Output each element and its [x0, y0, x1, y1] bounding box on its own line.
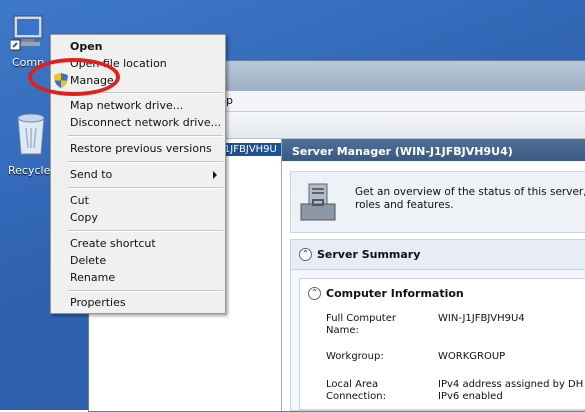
menu-item-label: Properties [70, 296, 126, 309]
menu-item-label: Cut [70, 194, 89, 207]
info-key: Full Computer Name: [326, 313, 396, 336]
overview-panel: Get an overview of the status of this se… [290, 171, 585, 233]
menu-item-map-network-drive[interactable]: Map network drive... [51, 97, 225, 114]
server-summary-panel: ⌃ Server Summary ⌃ Computer Information … [290, 239, 585, 411]
menu-item-cut[interactable]: Cut [51, 192, 225, 209]
menu-separator [68, 161, 223, 163]
menu-item-open-file-location[interactable]: Open file location [51, 55, 225, 72]
computer-information-panel: ⌃ Computer Information Full Computer Nam… [299, 278, 585, 410]
menu-item-label: Map network drive... [70, 99, 184, 112]
menu-item-label: Open [70, 40, 103, 53]
server-toolbox-icon [300, 183, 336, 221]
menu-item-label: Create shortcut [70, 237, 156, 250]
menu-separator [68, 290, 223, 292]
server-summary-title: Server Summary [317, 248, 421, 261]
recycle-bin-icon [17, 113, 45, 155]
context-menu: Open Open file location Manage Map netwo… [50, 34, 226, 314]
menu-separator [68, 230, 223, 232]
collapse-chevron-icon[interactable]: ⌃ [308, 287, 321, 300]
computer-information-title: Computer Information [326, 287, 464, 300]
menu-item-label: Disconnect network drive... [70, 116, 222, 129]
overview-text-line2: roles and features. [355, 199, 454, 211]
submenu-arrow-icon [213, 171, 217, 179]
desktop-icon-label: Recycle [8, 164, 51, 177]
server-summary-header[interactable]: ⌃ Server Summary [291, 240, 585, 270]
menu-item-delete[interactable]: Delete [51, 252, 225, 269]
desktop: Comp Recycle lp J1JFBJVH9U Server Manage… [0, 0, 585, 412]
tree-node-server[interactable]: J1JFBJVH9U [217, 143, 281, 156]
menu-item-label: Open file location [70, 57, 167, 70]
computer-information-header[interactable]: ⌃ Computer Information [300, 279, 585, 309]
menu-item-create-shortcut[interactable]: Create shortcut [51, 235, 225, 252]
menu-item-label: Restore previous versions [70, 142, 212, 155]
uac-shield-icon [54, 73, 68, 88]
menu-separator [68, 92, 223, 94]
menu-item-restore-previous-versions[interactable]: Restore previous versions [51, 140, 225, 157]
menu-item-label: Manage [70, 74, 114, 87]
menu-item-properties[interactable]: Properties [51, 294, 225, 311]
menu-separator [68, 135, 223, 137]
info-value: WORKGROUP [438, 351, 506, 362]
info-value: IPv4 address assigned by DH [438, 379, 584, 390]
menu-item-label: Send to [70, 168, 113, 181]
menu-separator [68, 187, 223, 189]
info-value: WIN-J1JFBJVH9U4 [438, 313, 525, 324]
menu-item-disconnect-network-drive[interactable]: Disconnect network drive... [51, 114, 225, 131]
info-key: Workgroup: [326, 351, 384, 362]
collapse-chevron-icon[interactable]: ⌃ [299, 248, 312, 261]
menu-item-rename[interactable]: Rename [51, 269, 225, 286]
menu-item-send-to[interactable]: Send to [51, 166, 225, 183]
content-pane: Server Manager (WIN-J1JFBJVH9U4) Get an … [282, 139, 585, 411]
info-value-secondary: IPv6 enabled [438, 391, 503, 402]
overview-text-line1: Get an overview of the status of this se… [355, 186, 585, 198]
menu-item-label: Copy [70, 211, 98, 224]
menu-item-label: Rename [70, 271, 116, 284]
menu-item-manage[interactable]: Manage [51, 72, 225, 89]
content-title: Server Manager (WIN-J1JFBJVH9U4) [282, 139, 585, 161]
menu-item-copy[interactable]: Copy [51, 209, 225, 226]
menu-item-label: Delete [70, 254, 107, 267]
computer-icon [10, 15, 43, 51]
info-key: Local Area Connection: [326, 379, 386, 402]
desktop-icon-label: Comp [12, 56, 45, 69]
menu-item-open[interactable]: Open [51, 38, 225, 55]
